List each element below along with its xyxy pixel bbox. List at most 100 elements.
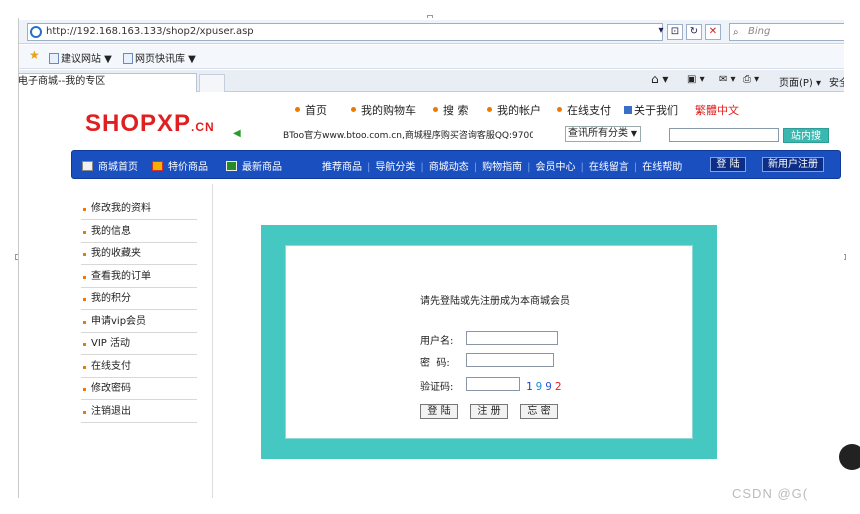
nav-home[interactable]: 商城首页 bbox=[82, 158, 138, 173]
search-icon: ⌕ bbox=[733, 27, 739, 38]
favorites-item-label: 网页快讯库 ▼ bbox=[135, 54, 196, 65]
top-nav-about[interactable]: 关于我们 bbox=[624, 102, 678, 118]
captcha-digit: 1 bbox=[526, 380, 536, 393]
captcha-field[interactable] bbox=[466, 377, 520, 391]
captcha-image: 1992 bbox=[526, 380, 565, 393]
refresh-icon[interactable]: ↻ bbox=[686, 24, 702, 40]
bullet-icon bbox=[557, 107, 562, 112]
top-nav-cart[interactable]: 我的购物车 bbox=[351, 102, 416, 118]
url-field[interactable]: http://192.168.163.133/shop2/xpuser.asp bbox=[27, 23, 663, 41]
top-nav-payment[interactable]: 在线支付 bbox=[557, 102, 611, 118]
favorites-item-label: 建议网站 ▼ bbox=[61, 54, 112, 65]
nav-recommended[interactable]: 推荐商品 bbox=[322, 162, 362, 173]
login-panel: 请先登陆或先注册成为本商城会员 用户名: 密 码: 验证码: 1992 登 陆 … bbox=[261, 225, 717, 459]
nav-news[interactable]: 商城动态 bbox=[429, 162, 469, 173]
new-icon bbox=[226, 161, 237, 171]
register-button[interactable]: 注 册 bbox=[470, 404, 508, 419]
favorites-star-icon[interactable]: ★ bbox=[29, 48, 40, 62]
nav-register-button[interactable]: 新用户注册 bbox=[762, 157, 824, 172]
edit-icon bbox=[82, 161, 93, 171]
nav-label: 商城首页 bbox=[98, 162, 138, 173]
category-select[interactable]: 查讯所有分类 ▼ bbox=[565, 126, 641, 142]
nav-newest[interactable]: 最新商品 bbox=[226, 158, 282, 173]
top-nav-label: 我的帐户 bbox=[497, 104, 541, 117]
bullet-icon bbox=[351, 107, 356, 112]
sidebar-item-change-password[interactable]: 修改密码 bbox=[81, 378, 197, 400]
divider: | bbox=[367, 162, 371, 173]
login-button[interactable]: 登 陆 bbox=[420, 404, 458, 419]
page-menu[interactable]: 页面(P) ▾ bbox=[779, 74, 821, 89]
sidebar-item-vip-activity[interactable]: VIP 活动 bbox=[81, 333, 197, 355]
site-search-input[interactable] bbox=[669, 128, 779, 142]
divider: | bbox=[473, 162, 478, 173]
divider: | bbox=[633, 162, 638, 173]
sidebar-item-orders[interactable]: 查看我的订单 bbox=[81, 266, 197, 288]
sidebar-item-my-info[interactable]: 我的信息 bbox=[81, 221, 197, 243]
nav-special[interactable]: 特价商品 bbox=[152, 158, 208, 173]
compat-view-icon[interactable]: ⊡ bbox=[667, 24, 683, 40]
top-nav-label: 在线支付 bbox=[567, 104, 611, 117]
divider: | bbox=[580, 162, 584, 173]
nav-categories[interactable]: 导航分类 bbox=[375, 162, 415, 173]
password-label: 密 码: bbox=[420, 358, 450, 369]
top-nav-label: 我的购物车 bbox=[361, 104, 416, 117]
sidebar-item-points[interactable]: 我的积分 bbox=[81, 288, 197, 310]
ie-page-icon bbox=[30, 26, 42, 38]
main-nav: 商城首页 特价商品 最新商品 推荐商品 | 导航分类 | 商城动态 | 购物指南 | 会员中心 |… bbox=[71, 150, 841, 179]
page-icon bbox=[49, 53, 59, 64]
search-placeholder: Bing bbox=[748, 26, 771, 37]
tab-bar: 电子商城--我的专区 ⌂ ▾ ▣ ▾ ✉ ▾ ⎙ ▾ 页面(P) ▾ 安全 bbox=[19, 70, 844, 92]
tab-title: 电子商城--我的专区 bbox=[18, 76, 106, 87]
nav-label: 最新商品 bbox=[242, 162, 282, 173]
gift-icon bbox=[152, 161, 163, 171]
url-text: http://192.168.163.133/shop2/xpuser.asp bbox=[46, 26, 254, 37]
nav-message[interactable]: 在线留言 bbox=[589, 162, 629, 173]
chevron-down-icon: ▼ bbox=[630, 129, 637, 138]
logo-text: SHOPXP bbox=[85, 110, 192, 137]
sidebar-item-vip-apply[interactable]: 申请vip会员 bbox=[81, 311, 197, 333]
top-nav-home[interactable]: 首页 bbox=[295, 102, 327, 118]
sidebar-item-payment[interactable]: 在线支付 bbox=[81, 356, 197, 378]
stop-icon[interactable]: ✕ bbox=[705, 24, 721, 40]
top-nav-label: 关于我们 bbox=[634, 104, 678, 117]
mail-icon[interactable]: ✉ ▾ bbox=[719, 74, 736, 85]
password-field[interactable] bbox=[466, 353, 554, 367]
nav-member[interactable]: 会员中心 bbox=[536, 162, 576, 173]
watermark: CSDN @G( bbox=[732, 486, 809, 501]
forgot-password-button[interactable]: 忘 密 bbox=[520, 404, 558, 419]
floating-button[interactable] bbox=[839, 444, 860, 470]
language-link[interactable]: 繁體中文 bbox=[695, 102, 739, 118]
top-nav-account[interactable]: 我的帐户 bbox=[487, 102, 541, 118]
browser-window: http://192.168.163.133/shop2/xpuser.asp … bbox=[18, 18, 844, 498]
captcha-digit: 9 bbox=[545, 380, 555, 393]
nav-guide[interactable]: 购物指南 bbox=[482, 162, 522, 173]
search-box[interactable]: ⌕ Bing bbox=[729, 23, 844, 41]
logo-suffix: .CN bbox=[191, 120, 215, 134]
new-tab-button[interactable] bbox=[199, 74, 225, 92]
captcha-digit: 9 bbox=[535, 380, 546, 393]
nav-help[interactable]: 在线帮助 bbox=[642, 162, 682, 173]
page-icon bbox=[123, 53, 133, 64]
bullet-icon bbox=[487, 107, 492, 112]
favorites-bar: ★ 建议网站 ▼ 网页快讯库 ▼ bbox=[19, 45, 844, 69]
favorites-item-webslices[interactable]: 网页快讯库 ▼ bbox=[123, 50, 196, 65]
home-icon[interactable]: ⌂ ▾ bbox=[651, 72, 668, 86]
info-icon bbox=[624, 106, 632, 114]
tab-current[interactable]: 电子商城--我的专区 bbox=[18, 73, 197, 92]
site-search-button[interactable]: 站内搜 bbox=[783, 128, 829, 143]
username-field[interactable] bbox=[466, 331, 558, 345]
site-logo[interactable]: SHOPXP.CN bbox=[85, 110, 215, 138]
favorites-item-suggested[interactable]: 建议网站 ▼ bbox=[49, 50, 112, 65]
sidebar-item-logout[interactable]: 注销退出 bbox=[81, 401, 197, 423]
sidebar-item-edit-profile[interactable]: 修改我的资料 bbox=[81, 198, 197, 220]
safety-menu[interactable]: 安全 bbox=[829, 74, 844, 89]
print-icon[interactable]: ⎙ ▾ bbox=[743, 74, 759, 85]
sidebar-item-favorites[interactable]: 我的收藏夹 bbox=[81, 243, 197, 265]
bullet-icon bbox=[433, 107, 438, 112]
feeds-icon[interactable]: ▣ ▾ bbox=[687, 74, 705, 85]
login-title: 请先登陆或先注册成为本商城会员 bbox=[420, 296, 570, 307]
nav-login-button[interactable]: 登 陆 bbox=[710, 157, 746, 172]
username-label: 用户名: bbox=[420, 336, 454, 347]
category-select-value: 查讯所有分类 bbox=[568, 128, 628, 139]
top-nav-search[interactable]: 搜 索 bbox=[433, 102, 469, 118]
